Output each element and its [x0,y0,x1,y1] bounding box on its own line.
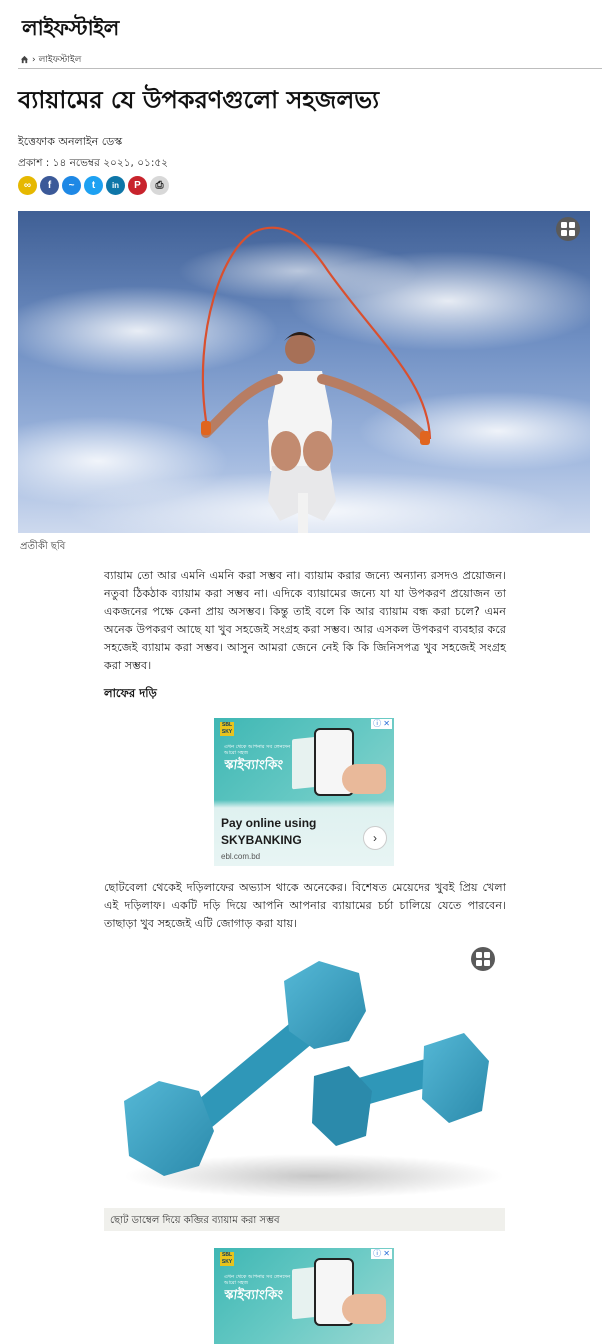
section-subheading: লাফের দড়ি [104,686,157,700]
twitter-icon[interactable]: t [84,176,103,195]
ad-brand: স্কাইব্যাংকিং [223,758,284,773]
messenger-icon[interactable]: ~ [62,176,81,195]
author-name[interactable]: ইত্তেফাক অনলাইন ডেস্ক [18,133,122,152]
hero-image[interactable] [18,211,590,533]
gallery-icon[interactable] [556,217,580,241]
ad-cta[interactable]: Pay online using SKYBANKING [221,815,341,849]
advertisement[interactable]: SBL SKY ⓘ ✕ এখন থেকে আপনার সব লেনদেন আরো… [214,718,394,866]
pinterest-icon[interactable]: P [128,176,147,195]
image-caption: প্রতীকী ছবি [20,541,66,552]
hand-graphic [342,1294,386,1324]
breadcrumb-separator: › [32,54,36,65]
link-icon[interactable]: ∞ [18,176,37,195]
home-icon[interactable] [20,55,29,64]
linkedin-icon[interactable]: in [106,176,125,195]
facebook-icon[interactable]: f [40,176,59,195]
breadcrumb-current[interactable]: লাইফস্টাইল [39,52,82,67]
ad-logo: SBL SKY [220,1252,234,1266]
article-image[interactable] [104,941,505,1207]
print-icon[interactable]: ⎙ [150,176,169,195]
breadcrumb: › লাইফস্টাইল [20,52,81,67]
divider [18,68,602,69]
ad-choices-icon[interactable]: ⓘ ✕ [371,1249,392,1259]
ad-tagline: এখন থেকে আপনার সব লেনদেন আরো সহজ [224,1274,291,1286]
image-caption: ছোট ডাম্বেল দিয়ে কব্জির ব্যায়াম করা সম… [104,1208,505,1231]
hand-graphic [342,764,386,794]
published-date: প্রকাশ : ১৪ নভেম্বর ২০২১, ০১:৫২ [18,157,169,169]
section-title[interactable]: লাইফস্টাইল [22,12,119,47]
ad-logo: SBL SKY [220,722,234,736]
advertisement[interactable]: SBL SKY ⓘ ✕ এখন থেকে আপনার সব লেনদেন আরো… [214,1248,394,1344]
gallery-icon[interactable] [471,947,495,971]
ad-tagline: এখন থেকে আপনার সব লেনদেন আরো সহজ [224,744,291,756]
ad-brand: স্কাইব্যাংকিং [223,1288,284,1303]
article-paragraph: ব্যায়াম তো আর এমনি এমনি করা সম্ভব না। ব… [104,569,506,672]
ad-url[interactable]: ebl.com.bd [221,852,260,861]
chevron-right-icon[interactable]: › [363,826,387,850]
article-paragraph: ছোটবেলা থেকেই দড়িলাফের অভ্যাস থাকে অনেক… [104,881,506,930]
page-title: ব্যায়ামের যে উপকরণগুলো সহজলভ্য [18,85,380,114]
ad-choices-icon[interactable]: ⓘ ✕ [371,719,392,729]
share-bar: ∞ f ~ t in P ⎙ [18,176,169,195]
